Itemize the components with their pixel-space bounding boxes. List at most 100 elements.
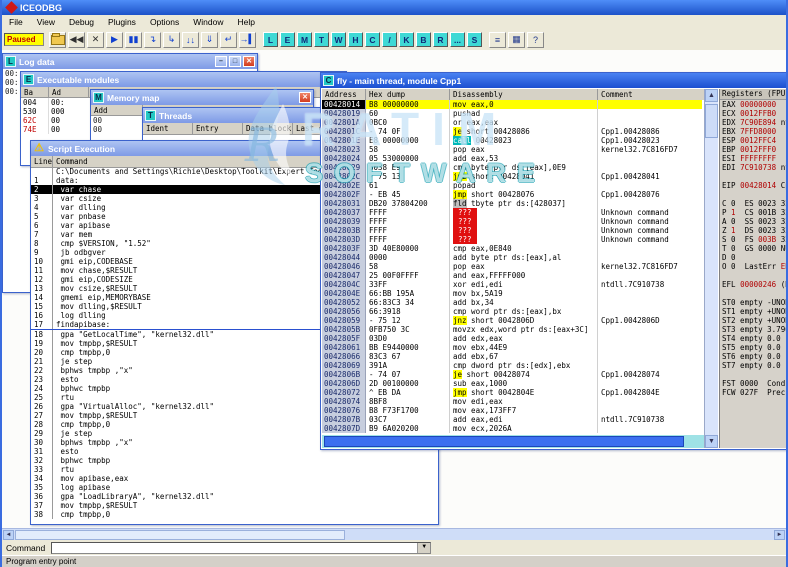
disassembly-row[interactable]: 0042804C 33FF xor edi,edi ntdll.7C910738 [322, 280, 704, 289]
disassembly-row[interactable]: 00428024 05 53000000 add eax,53 [322, 154, 704, 163]
script-line[interactable]: 36 gpa "LoadLibraryA", "kernel32.dll" [31, 492, 438, 501]
disassembly-row[interactable]: 00428039 FFFF ??? Unknown command [322, 217, 704, 226]
disassembly-row[interactable]: 00428052 66:83C3 34 add bx,34 [322, 298, 704, 307]
register-row[interactable]: T 0 GS 0000 NUL [720, 244, 786, 253]
window-shortcut-button[interactable]: B [416, 32, 431, 47]
close-button[interactable]: ✕ [299, 92, 311, 103]
menu-item[interactable]: View [30, 17, 62, 27]
disassembly-row[interactable]: 0042801E E8 00000000 call 00428023 Cpp1.… [322, 136, 704, 145]
scroll-down-arrow[interactable]: ▼ [705, 435, 718, 448]
script-line[interactable]: 32 bphwc tmpbp [31, 456, 438, 465]
menu-item[interactable]: Help [230, 17, 261, 27]
disassembly-row[interactable]: 00428031 DB20 37804200 fld tbyte ptr ds:… [322, 199, 704, 208]
register-row[interactable]: ST5 empty 0.0 [720, 343, 786, 352]
register-row[interactable]: ESP 0012FFC4 [720, 136, 786, 145]
disassembly-row[interactable]: 00428046 58 pop eax kernel32.7C816FD7 [322, 262, 704, 271]
register-row[interactable]: Z 1 DS 0023 32b [720, 226, 786, 235]
disassembly-row[interactable]: 0042807B 03C7 add eax,edi ntdll.7C910738 [322, 415, 704, 424]
open-file-button[interactable] [49, 32, 66, 48]
script-line[interactable]: 35 log apibase [31, 483, 438, 492]
toolbar-button[interactable]: ▶ [106, 32, 123, 48]
toolbar-button[interactable]: ▮▮ [125, 32, 142, 48]
script-line[interactable]: 38 cmp tmpbp,0 [31, 510, 438, 519]
disassembly-row[interactable]: 00428029 8038 E9 cmp byte ptr ds:[eax],0… [322, 163, 704, 172]
register-row[interactable]: D 0 [720, 253, 786, 262]
disassembly-row[interactable]: 00428019 60 pushad [322, 109, 704, 118]
register-row[interactable]: FCW 027F Prec N [720, 388, 786, 397]
register-row[interactable]: EFL 00000246 (NO [720, 280, 786, 289]
scrollbar-thumb[interactable] [15, 530, 345, 540]
scrollbar-thumb[interactable] [324, 436, 684, 447]
disassembly-row[interactable]: 00428059 - 75 12 jnz short 0042806D Cpp1… [322, 316, 704, 325]
memory-map-titlebar[interactable]: M Memory map ✕ [91, 90, 313, 105]
window-shortcut-button[interactable]: / [382, 32, 397, 47]
disassembly-row[interactable]: 00428066 83C3 67 add ebx,67 [322, 352, 704, 361]
script-line[interactable]: 37 mov tmpbp,$RESULT [31, 501, 438, 510]
disassembly-row[interactable]: 00428014 B8 00000000 mov eax,0 [322, 100, 704, 109]
minimize-button[interactable]: – [215, 56, 227, 67]
register-row[interactable]: ST6 empty 0.0 [720, 352, 786, 361]
window-shortcut-button[interactable]: C [365, 32, 380, 47]
register-row[interactable]: EDI 7C910738 ntd [720, 163, 786, 172]
disassembly-row[interactable]: 0042801C - 74 0F je short 00428086 Cpp1.… [322, 127, 704, 136]
register-row[interactable]: ST2 empty +UNORM [720, 316, 786, 325]
maximize-button[interactable]: □ [229, 56, 241, 67]
register-row[interactable]: ESI FFFFFFFF [720, 154, 786, 163]
disasm-vertical-scrollbar[interactable]: ▲ ▼ [704, 89, 718, 448]
disassembly-row[interactable]: 00428072 ^ EB DA jmp short 0042804E Cpp1… [322, 388, 704, 397]
toolbar-button[interactable]: ↳ [163, 32, 180, 48]
register-row[interactable] [720, 172, 786, 181]
menu-item[interactable]: Plugins [101, 17, 143, 27]
disassembly-row[interactable]: 0042805B 0FB750 3C movzx edx,word ptr ds… [322, 325, 704, 334]
register-row[interactable]: ST0 empty -UNORM [720, 298, 786, 307]
register-row[interactable] [720, 190, 786, 199]
scroll-right-arrow[interactable]: ► [774, 530, 785, 540]
window-shortcut-button[interactable]: T [314, 32, 329, 47]
disassembly-row[interactable]: 0042802C - 75 13 jnz short 00428041 Cpp1… [322, 172, 704, 181]
disasm-horizontal-scrollbar[interactable] [322, 435, 704, 448]
register-row[interactable]: A 0 SS 0023 32b [720, 217, 786, 226]
disassembly-row[interactable]: 0042804E 66:BB 195A mov bx,5A19 [322, 289, 704, 298]
toolbar-button[interactable]: ✕ [87, 32, 104, 48]
script-line[interactable]: 34 mov apibase,eax [31, 474, 438, 483]
disassembly-row[interactable]: 0042802F - EB 45 jmp short 00428076 Cpp1… [322, 190, 704, 199]
register-row[interactable]: C 0 ES 0023 32b [720, 199, 786, 208]
cpu-titlebar[interactable]: C fly - main thread, module Cpp1 [321, 73, 786, 88]
window-shortcut-button[interactable]: L [263, 32, 278, 47]
disassembly-row[interactable]: 00428044 0000 add byte ptr ds:[eax],al [322, 253, 704, 262]
disassembly-row[interactable]: 00428037 FFFF ??? Unknown command [322, 208, 704, 217]
register-row[interactable]: O 0 LastErr ERR [720, 262, 786, 271]
register-row[interactable]: ST1 empty +UNORM [720, 307, 786, 316]
disassembly-row[interactable]: 0042806B - 74 07 je short 00428074 Cpp1.… [322, 370, 704, 379]
window-shortcut-button[interactable]: H [348, 32, 363, 47]
menu-item[interactable]: Window [186, 17, 230, 27]
mdi-horizontal-scrollbar[interactable]: ◄ ► [2, 528, 786, 540]
disassembly-row[interactable]: 00428061 BB E9440000 mov ebx,44E9 [322, 343, 704, 352]
menu-item[interactable]: File [2, 17, 30, 27]
toolbar-button[interactable]: ? [527, 32, 544, 48]
disassembly-row[interactable]: 00428076 B8 F73F1700 mov eax,173FF7 [322, 406, 704, 415]
disassembly-row[interactable]: 00428074 8BF8 mov edi,eax [322, 397, 704, 406]
register-row[interactable]: EIP 00428014 Cpp [720, 181, 786, 190]
toolbar-button[interactable]: ◀◀ [68, 32, 85, 48]
register-row[interactable]: EAX 00000000 [720, 100, 786, 109]
menu-item[interactable]: Options [143, 17, 186, 27]
toolbar-button[interactable]: ⇓ [201, 32, 218, 48]
window-shortcut-button[interactable]: S [467, 32, 482, 47]
disassembly-row[interactable]: 0042801A 0BC0 or eax,eax [322, 118, 704, 127]
toolbar-button[interactable]: →▍ [239, 32, 256, 48]
toolbar-button[interactable]: ▦ [508, 32, 525, 48]
register-row[interactable]: 3 [720, 370, 786, 379]
register-row[interactable]: ECX 0012FFB0 [720, 109, 786, 118]
modules-titlebar[interactable]: E Executable modules [21, 72, 346, 87]
disassembly-row[interactable]: 00428056 66:3918 cmp word ptr ds:[eax],b… [322, 307, 704, 316]
close-button[interactable]: ✕ [243, 56, 255, 67]
window-shortcut-button[interactable]: ... [450, 32, 465, 47]
disassembly-row[interactable]: 00428047 25 00F0FFFF and eax,FFFFF000 [322, 271, 704, 280]
disassembly-row[interactable]: 0042803B FFFF ??? Unknown command [322, 226, 704, 235]
window-shortcut-button[interactable]: R [433, 32, 448, 47]
window-shortcut-button[interactable]: M [297, 32, 312, 47]
disassembly-row[interactable]: 0042803D FFFF ??? Unknown command [322, 235, 704, 244]
register-row[interactable]: S 0 FS 003B 32b [720, 235, 786, 244]
app-titlebar[interactable]: ICEODBG [2, 0, 786, 15]
